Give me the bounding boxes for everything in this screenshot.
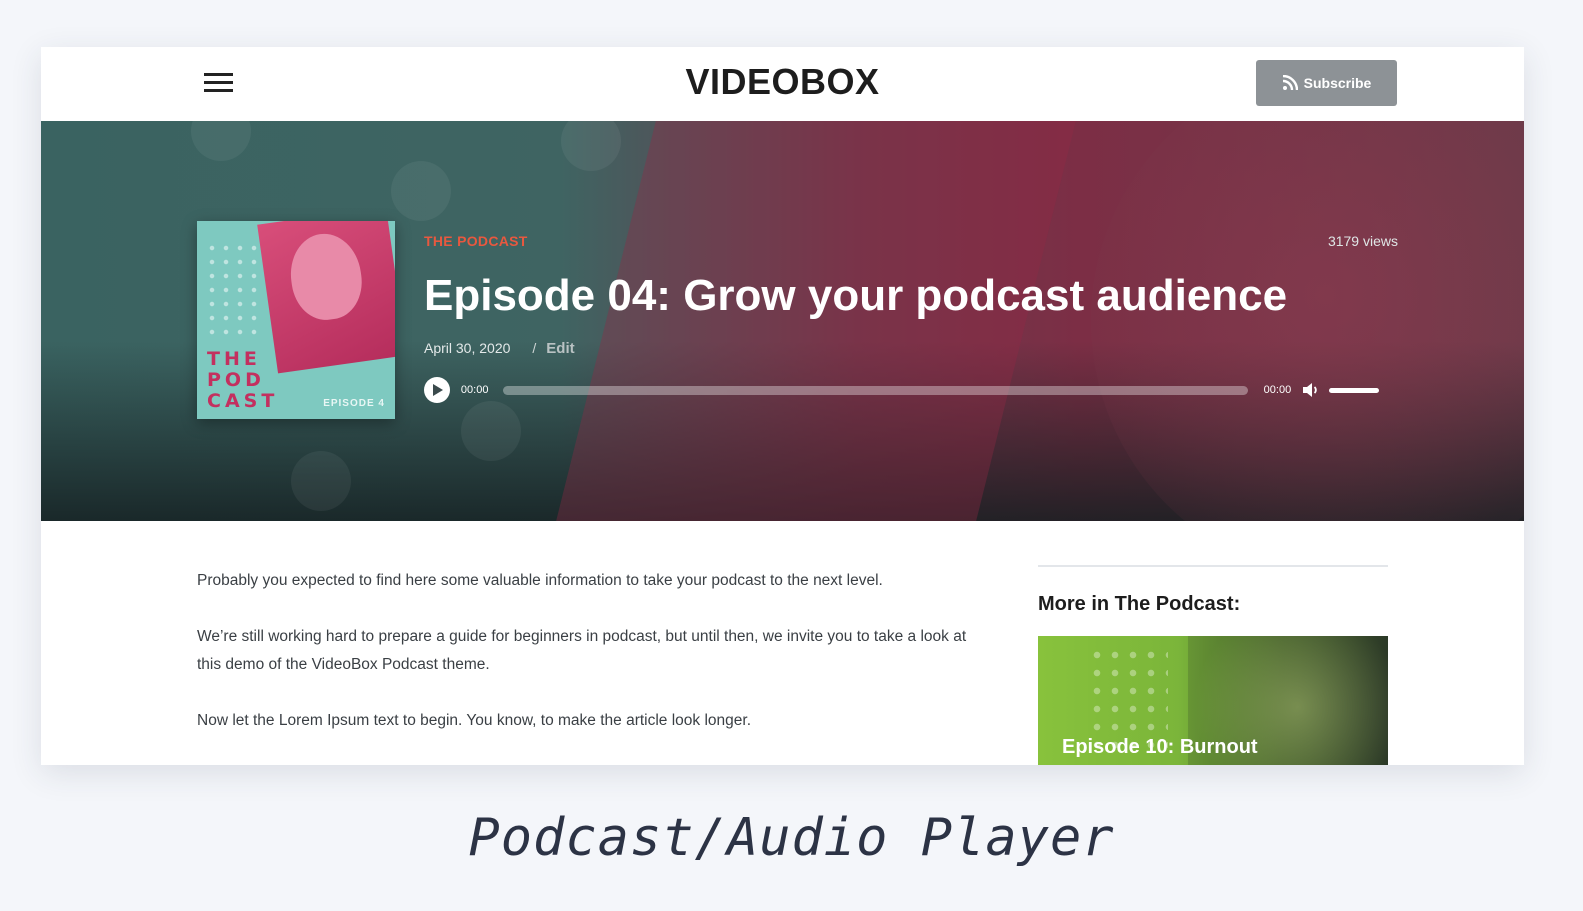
sidebar-heading: More in The Podcast: <box>1038 593 1241 615</box>
episode-category-link[interactable]: THE PODCAST <box>424 233 528 249</box>
play-icon <box>432 384 443 396</box>
current-time: 00:00 <box>460 384 489 396</box>
app-window: VIDEOBOX Subscribe THE POD CAST EPISODE … <box>41 47 1524 765</box>
site-header: VIDEOBOX Subscribe <box>41 47 1524 121</box>
cover-title-line: POD <box>207 369 265 391</box>
hero-background-photo <box>1091 121 1524 521</box>
cover-title: THE POD CAST <box>207 349 278 412</box>
cover-title-line: CAST <box>207 390 279 412</box>
episode-meta: April 30, 2020 / Edit <box>424 340 575 357</box>
edit-link[interactable]: Edit <box>546 340 574 357</box>
bg-dot <box>191 121 251 161</box>
progress-bar[interactable] <box>503 385 1248 395</box>
episode-date: April 30, 2020 <box>424 340 511 356</box>
cover-title-line: THE <box>207 348 261 370</box>
sidebar-divider <box>1038 565 1388 567</box>
sidebar: More in The Podcast: Episode 10: Burnout <box>1038 565 1388 765</box>
related-episode-card[interactable]: Episode 10: Burnout <box>1038 636 1388 765</box>
view-count: 3179 views <box>1327 233 1398 249</box>
related-episode-title: Episode 10: Burnout <box>1062 736 1258 758</box>
episode-hero: THE POD CAST EPISODE 4 THE PODCAST 3179 … <box>41 121 1524 521</box>
mute-button[interactable] <box>1302 381 1320 399</box>
meta-separator: / <box>532 340 537 356</box>
bg-dot <box>391 161 451 221</box>
hero-background-stripe <box>536 121 1086 521</box>
article-paragraph: Now let the Lorem Ipsum text to begin. Y… <box>197 712 752 729</box>
duration: 00:00 <box>1263 384 1292 396</box>
bg-dot <box>561 121 621 171</box>
subscribe-label: Subscribe <box>1303 75 1372 91</box>
cover-episode-tag: EPISODE 4 <box>323 398 385 409</box>
article-paragraph: Probably you expected to find here some … <box>197 572 883 589</box>
bg-dot <box>291 451 351 511</box>
bg-dot <box>461 401 521 461</box>
cover-dots <box>205 241 265 341</box>
audio-player: 00:00 00:00 <box>424 376 1379 404</box>
episode-cover-art: THE POD CAST EPISODE 4 <box>197 221 395 419</box>
subscribe-button[interactable]: Subscribe <box>1256 60 1397 106</box>
article-body: Probably you expected to find here some … <box>197 567 977 763</box>
rss-icon <box>1282 75 1298 91</box>
episode-title: Episode 04: Grow your podcast audience <box>424 271 1288 320</box>
speaker-icon <box>1303 383 1317 397</box>
article-paragraph: We’re still working hard to prepare a gu… <box>197 628 967 673</box>
volume-slider[interactable] <box>1329 387 1379 393</box>
page-caption: Podcast/Audio Player <box>468 808 1115 868</box>
play-button[interactable] <box>424 377 450 403</box>
